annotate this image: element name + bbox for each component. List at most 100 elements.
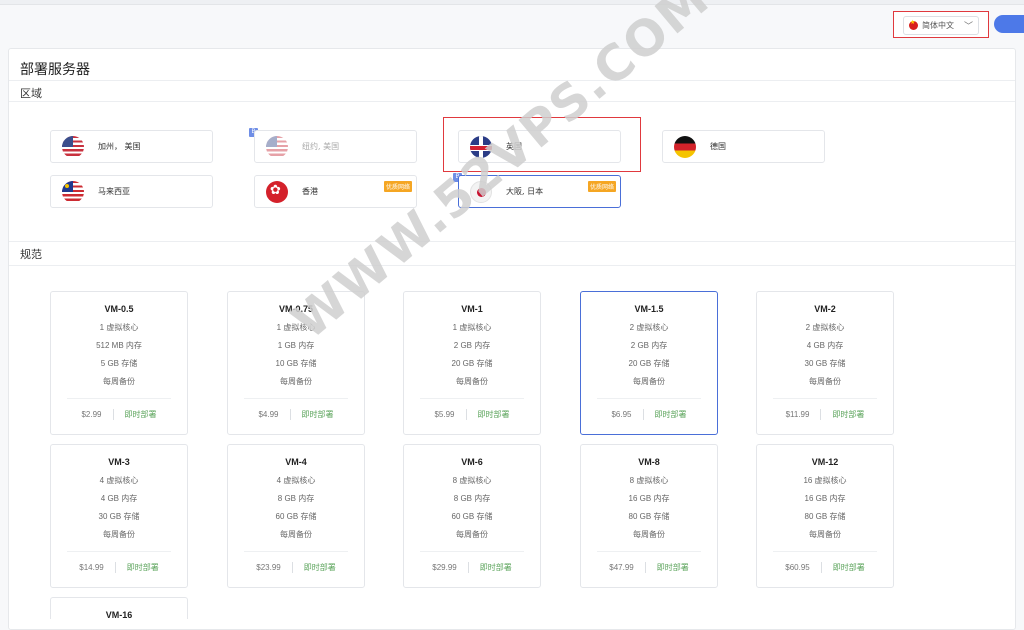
divider xyxy=(644,562,646,573)
plan-card-vm-2[interactable]: VM-2 2 虚拟核心 4 GB 内存 30 GB 存储 每周备份 $11.99… xyxy=(756,291,894,435)
region-name: 马来西亚 xyxy=(98,187,130,196)
plan-cpu: 16 虚拟核心 xyxy=(803,476,847,485)
deploy-now-link[interactable]: 即时部署 xyxy=(304,562,336,573)
hk-flag-icon xyxy=(266,180,288,203)
plan-name: VM-3 xyxy=(108,457,130,467)
plan-ram: 2 GB 内存 xyxy=(630,341,668,350)
divider xyxy=(420,398,524,399)
premium-network-badge: 优质网络 xyxy=(587,181,616,192)
plan-card-vm-6[interactable]: VM-6 8 虚拟核心 8 GB 内存 60 GB 存储 每周备份 $29.99… xyxy=(403,444,541,588)
divider xyxy=(597,398,701,399)
plan-backup: 每周备份 xyxy=(633,530,665,539)
deploy-now-link[interactable]: 即时部署 xyxy=(125,409,157,420)
region-name: 香港 xyxy=(302,187,318,196)
plan-price: $5.99 xyxy=(434,410,455,419)
plan-cpu: 8 虚拟核心 xyxy=(452,476,492,485)
plan-price: $6.95 xyxy=(611,410,632,419)
plan-cpu: 4 虚拟核心 xyxy=(276,476,316,485)
divider xyxy=(9,80,1015,81)
deploy-now-link[interactable]: 即时部署 xyxy=(480,562,512,573)
divider xyxy=(467,562,469,573)
divider xyxy=(244,551,348,552)
region-malaysia[interactable]: 马来西亚 xyxy=(50,175,213,208)
region-hong-kong[interactable]: 香港 优质网络 xyxy=(254,175,417,208)
plan-ram: 8 GB 内存 xyxy=(453,494,491,503)
deploy-now-link[interactable]: 即时部署 xyxy=(302,409,334,420)
plan-disk: 5 GB 存储 xyxy=(100,359,138,368)
plan-price: $47.99 xyxy=(609,563,634,572)
top-action-button[interactable] xyxy=(994,15,1024,33)
plan-name: VM-1 xyxy=(461,304,483,314)
plan-backup: 每周备份 xyxy=(280,377,312,386)
divider xyxy=(597,551,701,552)
plan-backup: 每周备份 xyxy=(103,377,135,386)
my-flag-icon xyxy=(62,180,84,203)
plan-name: VM-1.5 xyxy=(634,304,664,314)
plan-name: VM-6 xyxy=(461,457,483,467)
plan-ram: 4 GB 内存 xyxy=(100,494,138,503)
premium-network-badge: 优质网络 xyxy=(383,181,412,192)
plan-disk: 30 GB 存储 xyxy=(804,359,846,368)
deploy-now-link[interactable]: 即时部署 xyxy=(655,409,687,420)
language-label: 简体中文 xyxy=(922,21,954,30)
plan-ram: 16 GB 内存 xyxy=(804,494,846,503)
plan-disk: 20 GB 存储 xyxy=(628,359,670,368)
plan-disk: 10 GB 存储 xyxy=(275,359,317,368)
plan-disk: 80 GB 存储 xyxy=(804,512,846,521)
divider xyxy=(244,398,348,399)
plan-cpu: 8 虚拟核心 xyxy=(629,476,669,485)
plan-card-vm-0-5[interactable]: VM-0.5 1 虚拟核心 512 MB 内存 5 GB 存储 每周备份 $2.… xyxy=(50,291,188,435)
language-select[interactable]: 简体中文 ﹀ xyxy=(903,16,979,35)
plan-cpu: 1 虚拟核心 xyxy=(99,323,139,332)
plan-disk: 20 GB 存储 xyxy=(451,359,493,368)
plan-name: VM-4 xyxy=(285,457,307,467)
plan-ram: 16 GB 内存 xyxy=(628,494,670,503)
plan-ram: 8 GB 内存 xyxy=(277,494,315,503)
plan-card-vm-3[interactable]: VM-3 4 虚拟核心 4 GB 内存 30 GB 存储 每周备份 $14.99… xyxy=(50,444,188,588)
plan-disk: 80 GB 存储 xyxy=(628,512,670,521)
plan-card-vm-8[interactable]: VM-8 8 虚拟核心 16 GB 内存 80 GB 存储 每周备份 $47.9… xyxy=(580,444,718,588)
deploy-now-link[interactable]: 即时部署 xyxy=(657,562,689,573)
divider xyxy=(773,551,877,552)
plan-cpu: 1 虚拟核心 xyxy=(452,323,492,332)
divider xyxy=(420,551,524,552)
plan-card-vm-16[interactable]: VM-16 xyxy=(50,597,188,620)
plan-disk: 60 GB 存储 xyxy=(275,512,317,521)
de-flag-icon xyxy=(674,135,696,158)
plan-card-vm-4[interactable]: VM-4 4 虚拟核心 8 GB 内存 60 GB 存储 每周备份 $23.99… xyxy=(227,444,365,588)
divider xyxy=(9,101,1015,102)
plan-card-vm-12[interactable]: VM-12 16 虚拟核心 16 GB 内存 80 GB 存储 每周备份 $60… xyxy=(756,444,894,588)
plan-ram: 1 GB 内存 xyxy=(277,341,315,350)
plan-card-vm-1-5[interactable]: VM-1.5 2 虚拟核心 2 GB 内存 20 GB 存储 每周备份 $6.9… xyxy=(580,291,718,435)
deploy-now-link[interactable]: 即时部署 xyxy=(478,409,510,420)
region-california[interactable]: 加州， 美国 xyxy=(50,130,213,163)
divider xyxy=(9,241,1015,242)
divider xyxy=(112,409,114,420)
plan-name: VM-2 xyxy=(814,304,836,314)
deploy-now-link[interactable]: 即时部署 xyxy=(833,562,865,573)
region-name: 德国 xyxy=(710,142,726,151)
region-name: 纽约, 美国 xyxy=(302,142,340,151)
language-highlight: 简体中文 ﹀ xyxy=(893,11,989,38)
plan-name: VM-8 xyxy=(638,457,660,467)
divider xyxy=(291,562,293,573)
region-germany[interactable]: 德国 xyxy=(662,130,825,163)
plan-backup: 每周备份 xyxy=(633,377,665,386)
plan-backup: 每周备份 xyxy=(280,530,312,539)
plan-price: $2.99 xyxy=(81,410,102,419)
us-flag-icon xyxy=(266,135,288,158)
divider xyxy=(67,398,171,399)
divider xyxy=(820,409,822,420)
us-flag-icon xyxy=(62,135,84,158)
plan-ram: 512 MB 内存 xyxy=(96,341,142,350)
plan-cpu: 2 虚拟核心 xyxy=(805,323,845,332)
page-title: 部署服务器 xyxy=(20,61,90,77)
plan-price: $23.99 xyxy=(256,563,281,572)
divider xyxy=(773,398,877,399)
plan-name: VM-12 xyxy=(811,457,839,467)
deploy-now-link[interactable]: 即时部署 xyxy=(127,562,159,573)
plan-cpu: 2 虚拟核心 xyxy=(629,323,669,332)
divider xyxy=(289,409,291,420)
plan-card-vm-1[interactable]: VM-1 1 虚拟核心 2 GB 内存 20 GB 存储 每周备份 $5.99 即… xyxy=(403,291,541,435)
deploy-now-link[interactable]: 即时部署 xyxy=(832,409,864,420)
